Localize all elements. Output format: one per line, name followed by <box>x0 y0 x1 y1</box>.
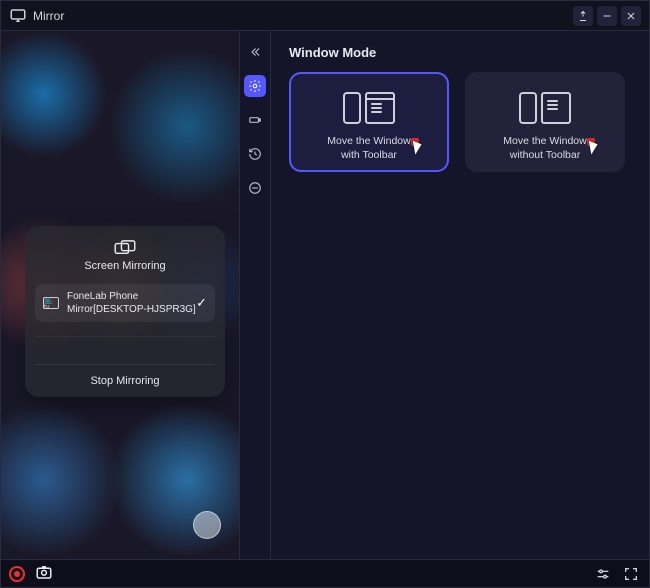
screen-mirroring-icon <box>35 240 215 256</box>
sidebar-item-history[interactable] <box>244 143 266 165</box>
stop-mirroring-button[interactable]: Stop Mirroring <box>35 364 215 397</box>
pin-button[interactable] <box>573 6 593 26</box>
mode-card-label: Move the Window without Toolbar <box>503 134 586 162</box>
cursor-icon <box>411 138 427 156</box>
cursor-icon <box>587 138 603 156</box>
assistive-touch-icon[interactable] <box>193 511 221 539</box>
airplay-card: Screen Mirroring 📺tv FoneLab Phone Mirro… <box>25 226 225 397</box>
app-title: Mirror <box>33 9 64 23</box>
airplay-title: Screen Mirroring <box>35 260 215 272</box>
record-button[interactable] <box>9 566 25 582</box>
screenshot-button[interactable] <box>35 563 53 584</box>
tv-icon: 📺tv <box>43 297 59 309</box>
airplay-device-label: FoneLab Phone Mirror[DESKTOP-HJSPR3G] <box>67 290 196 316</box>
mode-card-without-toolbar[interactable]: Move the Window without Toolbar <box>465 72 625 172</box>
mode-card-label: Move the Window with Toolbar <box>327 134 410 162</box>
section-title: Window Mode <box>289 45 631 60</box>
settings-toggle-button[interactable] <box>593 564 613 584</box>
with-toolbar-icon <box>343 88 395 128</box>
sidebar-item-do-not-disturb[interactable] <box>244 177 266 199</box>
sidebar-item-battery[interactable] <box>244 109 266 131</box>
app-icon <box>9 7 27 25</box>
main-area: Screen Mirroring 📺tv FoneLab Phone Mirro… <box>1 31 649 559</box>
airplay-device-row[interactable]: 📺tv FoneLab Phone Mirror[DESKTOP-HJSPR3G… <box>35 284 215 322</box>
minimize-button[interactable] <box>597 6 617 26</box>
without-toolbar-icon <box>519 88 571 128</box>
bottom-bar <box>1 559 649 587</box>
settings-panel: Window Mode Move the Window with Toolbar <box>271 31 649 559</box>
settings-sidebar <box>239 31 271 559</box>
mode-card-with-toolbar[interactable]: Move the Window with Toolbar <box>289 72 449 172</box>
device-preview: Screen Mirroring 📺tv FoneLab Phone Mirro… <box>1 31 239 559</box>
check-icon: ✓ <box>196 295 207 311</box>
titlebar: Mirror <box>1 1 649 31</box>
close-button[interactable] <box>621 6 641 26</box>
fullscreen-button[interactable] <box>621 564 641 584</box>
sidebar-item-window-mode[interactable] <box>244 75 266 97</box>
collapse-sidebar-button[interactable] <box>244 41 266 63</box>
